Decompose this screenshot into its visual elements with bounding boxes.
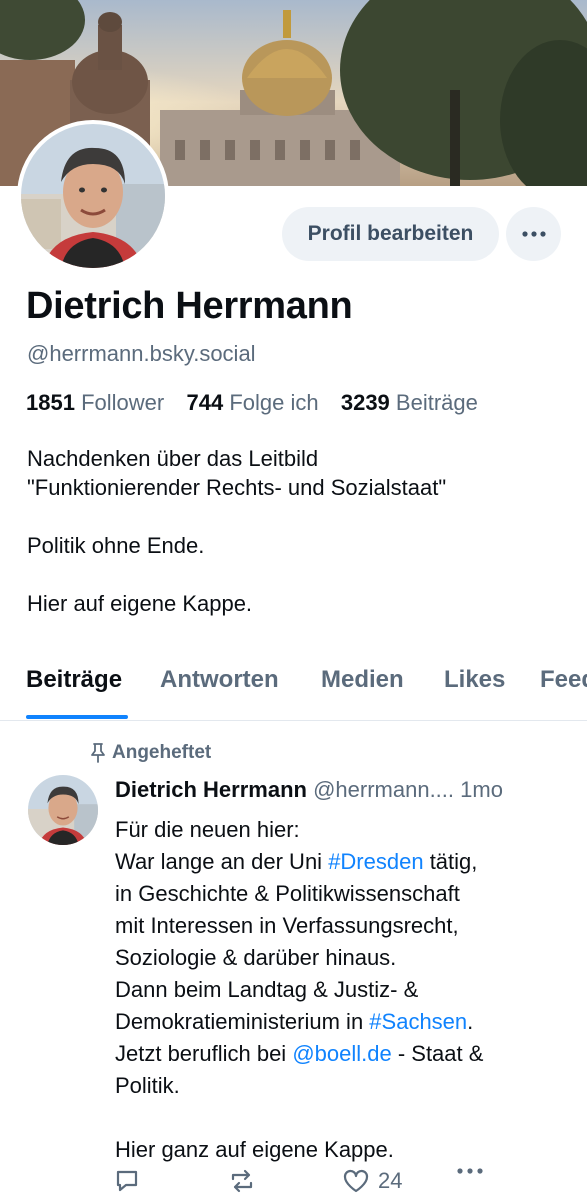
followers-label: Follower	[81, 390, 165, 415]
tab-feeds[interactable]: Feeds	[540, 666, 587, 694]
following-count: 744	[186, 390, 224, 415]
post-line: Für die neuen hier:	[115, 817, 300, 842]
post-text-span: tätig,	[423, 849, 478, 874]
avatar-image	[28, 775, 98, 845]
post-author-avatar[interactable]	[28, 775, 98, 845]
post-line: mit Interessen in Verfassungsrecht,	[115, 913, 459, 938]
active-tab-indicator	[26, 715, 128, 719]
profile-handle: @herrmann.bsky.social	[27, 341, 256, 366]
heart-icon	[343, 1169, 369, 1193]
ellipsis-icon	[457, 1168, 483, 1174]
profile-name: Dietrich Herrmann	[26, 285, 353, 327]
post-text-span: War lange an der Uni	[115, 849, 329, 874]
pin-icon	[91, 743, 105, 763]
post-more-button[interactable]	[456, 1168, 484, 1174]
reply-icon	[116, 1170, 138, 1192]
like-button[interactable]: 24	[342, 1168, 402, 1194]
post-line: Dann beim Landtag & Justiz- &	[115, 977, 419, 1002]
post-text: Für die neuen hier: War lange an der Uni…	[115, 814, 575, 1166]
tab-media[interactable]: Medien	[321, 666, 404, 694]
post-actions: 24	[0, 1168, 587, 1200]
profile-stats: 1851 Follower 744 Folge ich 3239 Beiträg…	[26, 390, 478, 416]
pinned-indicator: Angeheftet	[90, 742, 211, 764]
pinned-label: Angeheftet	[112, 742, 212, 763]
bio-line: Politik ohne Ende.	[27, 533, 205, 558]
posts-stat: 3239 Beiträge	[341, 390, 478, 415]
post-line: Politik.	[115, 1073, 180, 1098]
more-options-button[interactable]	[506, 207, 561, 261]
profile-bio: Nachdenken über das Leitbild "Funktionier…	[27, 444, 567, 647]
bio-line: Hier auf eigene Kappe.	[27, 591, 253, 616]
post-line: Jetzt beruflich bei @boell.de - Staat &	[115, 1038, 575, 1070]
followers-link[interactable]: 1851 Follower	[26, 390, 164, 415]
tab-posts[interactable]: Beiträge	[26, 666, 122, 694]
tab-likes[interactable]: Likes	[444, 666, 505, 694]
post-author-name: Dietrich Herrmann	[115, 777, 307, 802]
post-header[interactable]: Dietrich Herrmann @herrmann.... 1mo	[115, 777, 503, 803]
mention-link[interactable]: @boell.de	[292, 1041, 391, 1066]
post-text-span: Jetzt beruflich bei	[115, 1041, 293, 1066]
post-text-span: - Staat &	[391, 1041, 484, 1066]
repost-button[interactable]	[228, 1168, 256, 1194]
hashtag-link[interactable]: #Sachsen	[369, 1009, 467, 1034]
bio-line: "Funktionierender Rechts- und Sozialstaa…	[27, 475, 447, 500]
post-line: in Geschichte & Politikwissenschaft	[115, 881, 460, 906]
tab-replies[interactable]: Antworten	[160, 666, 279, 694]
profile-avatar[interactable]	[17, 120, 169, 272]
avatar-image	[21, 124, 165, 268]
posts-count: 3239	[340, 390, 390, 415]
like-count: 24	[378, 1168, 403, 1193]
post-line: Hier ganz auf eigene Kappe.	[115, 1137, 394, 1162]
reply-button[interactable]	[114, 1168, 140, 1194]
post-handle-time: @herrmann.... 1mo	[313, 777, 503, 802]
edit-profile-button[interactable]: Profil bearbeiten	[282, 207, 499, 261]
bio-line: Nachdenken über das Leitbild	[27, 446, 319, 471]
post-text-span: Demokratieministerium in	[115, 1009, 370, 1034]
post-line: Soziologie & darüber hinaus.	[115, 945, 397, 970]
posts-label: Beiträge	[395, 390, 478, 415]
following-link[interactable]: 744 Folge ich	[186, 390, 318, 415]
ellipsis-icon	[521, 231, 546, 237]
profile-tabs: Beiträge Antworten Medien Likes Feeds	[0, 660, 587, 721]
post-text-span: .	[467, 1009, 474, 1034]
hashtag-link[interactable]: #Dresden	[328, 849, 423, 874]
post-line: Demokratieministerium in #Sachsen.	[115, 1006, 575, 1038]
followers-count: 1851	[26, 390, 75, 415]
following-label: Folge ich	[229, 390, 319, 415]
post-line: War lange an der Uni #Dresden tätig,	[115, 846, 575, 878]
repost-icon	[231, 1169, 253, 1193]
